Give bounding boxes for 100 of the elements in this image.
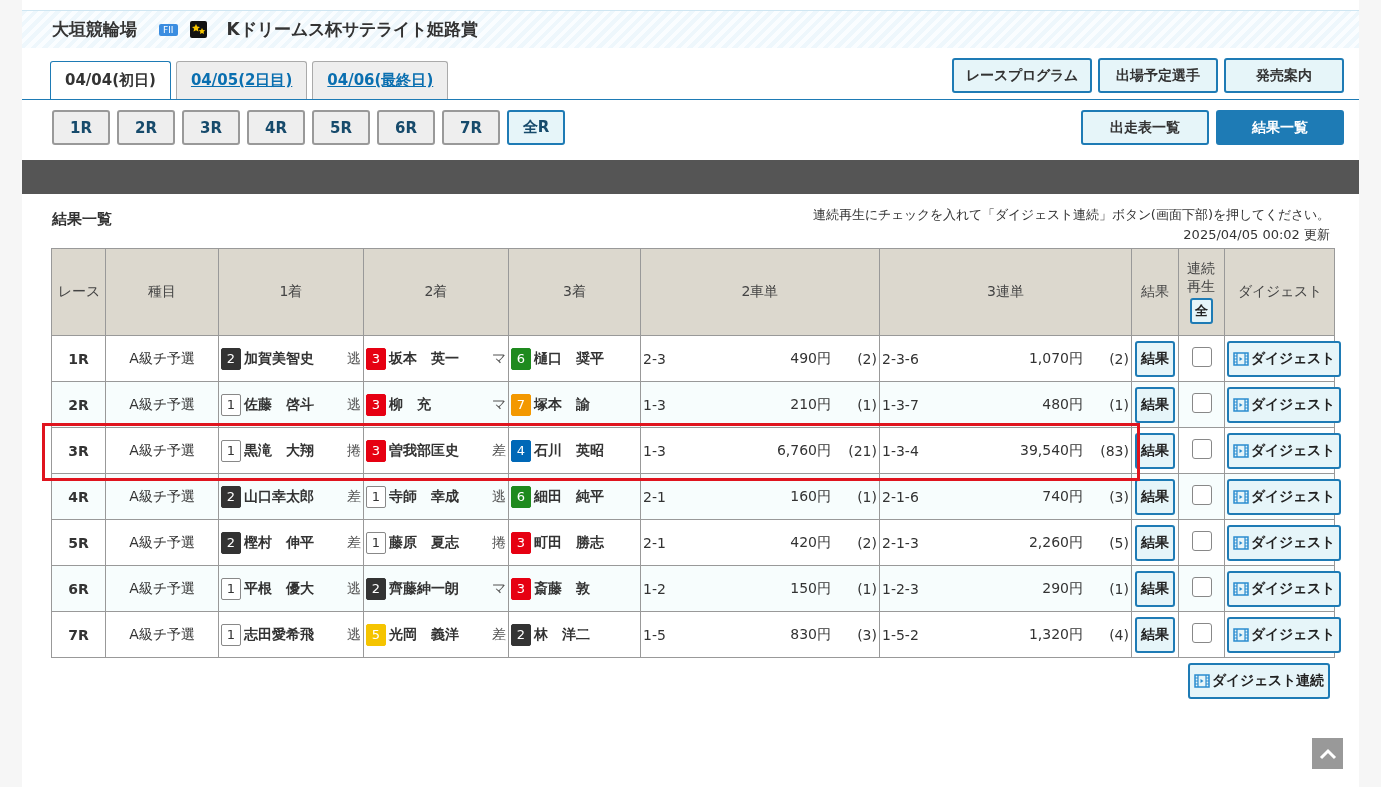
racer-name: 寺師 幸成 <box>389 487 460 506</box>
view-button[interactable]: 結果一覧 <box>1216 110 1344 145</box>
checkbox[interactable] <box>1191 531 1212 551</box>
race-button[interactable]: 6R <box>377 110 435 145</box>
racer-name: 細田 純平 <box>534 487 605 506</box>
race-cell: 6R <box>51 565 106 612</box>
race-button[interactable]: 1R <box>52 110 110 145</box>
tactic-label: 逃 <box>347 579 361 598</box>
checkbox[interactable] <box>1191 347 1212 367</box>
chevron-up-icon <box>1318 747 1337 760</box>
race-button[interactable]: 全R <box>507 110 565 145</box>
digest-button[interactable]: ダイジェスト <box>1227 570 1341 607</box>
race-cell: 5R <box>51 519 106 566</box>
digest-button[interactable]: ダイジェスト <box>1227 340 1341 377</box>
film-icon <box>1233 442 1249 459</box>
column-header: ダイジェスト <box>1224 248 1335 336</box>
digest-button[interactable]: ダイジェスト <box>1227 478 1341 515</box>
event-cell: A級チ予選 <box>105 473 219 520</box>
payout: 420円 <box>789 533 831 552</box>
popularity: (1) <box>856 396 877 413</box>
event-cell: A級チ予選 <box>105 565 219 612</box>
combination: 1-5 <box>643 626 667 643</box>
race-title: Kドリームス杯サテライト姫路賞 <box>226 18 478 41</box>
race-button[interactable]: 4R <box>247 110 305 145</box>
racer-name: 樋口 奨平 <box>534 349 605 368</box>
digest-button[interactable]: ダイジェスト <box>1227 616 1341 653</box>
updated-time: 2025/04/05 00:02 更新 <box>1183 226 1330 244</box>
digest-button[interactable]: ダイジェスト <box>1227 432 1341 469</box>
payout: 740円 <box>1041 487 1083 506</box>
bike-number: 3 <box>511 577 531 600</box>
day-tab[interactable]: 04/05(2日目) <box>175 61 308 99</box>
nav-button[interactable]: レースプログラム <box>952 58 1092 93</box>
film-icon <box>1233 534 1249 551</box>
day-tab[interactable]: 04/06(最終日) <box>312 61 449 99</box>
scroll-top-button[interactable] <box>1312 738 1343 769</box>
bike-number: 3 <box>511 531 531 554</box>
payout: 490円 <box>789 349 831 368</box>
combination: 2-1-3 <box>882 534 920 551</box>
race-button[interactable]: 7R <box>442 110 500 145</box>
select-all-button[interactable]: 全 <box>1190 298 1213 324</box>
racer-name: 樫村 伸平 <box>244 533 315 552</box>
tactic-label: 差 <box>347 487 361 506</box>
grade-badge: FII <box>159 23 178 36</box>
racer-name: 町田 勝志 <box>534 533 605 552</box>
tactic-label: 逃 <box>492 487 506 506</box>
digest-all-button[interactable]: ダイジェスト連続 <box>1188 663 1330 699</box>
payout: 39,540円 <box>1019 441 1083 460</box>
bike-number: 1 <box>366 485 386 508</box>
race-cell: 2R <box>51 381 106 428</box>
digest-button[interactable]: ダイジェスト <box>1227 386 1341 423</box>
race-button[interactable]: 2R <box>117 110 175 145</box>
nav-button[interactable]: 出場予定選手 <box>1098 58 1218 93</box>
column-header: 1着 <box>218 248 364 336</box>
column-header: 2着 <box>363 248 509 336</box>
nav-button[interactable]: 発売案内 <box>1224 58 1344 93</box>
instruction-text: 連続再生にチェックを入れて「ダイジェスト連続」ボタン(画面下部)を押してください。 <box>812 206 1330 224</box>
racer-name: 志田愛希飛 <box>244 625 315 644</box>
checkbox[interactable] <box>1191 485 1212 505</box>
digest-button[interactable]: ダイジェスト <box>1227 524 1341 561</box>
payout: 290円 <box>1041 579 1083 598</box>
combination: 1-3 <box>643 396 667 413</box>
bike-number: 2 <box>511 623 531 646</box>
view-button[interactable]: 出走表一覧 <box>1081 110 1209 145</box>
film-icon <box>1194 673 1210 689</box>
race-button[interactable]: 5R <box>312 110 370 145</box>
film-icon <box>1233 350 1249 367</box>
payout: 1,070円 <box>1027 349 1083 368</box>
payout: 160円 <box>789 487 831 506</box>
event-cell: A級チ予選 <box>105 381 219 428</box>
section-title: 結果一覧 <box>52 210 112 230</box>
payout: 1,320円 <box>1027 625 1083 644</box>
bike-number: 1 <box>221 439 241 462</box>
result-button[interactable]: 結果 <box>1135 386 1175 423</box>
tactic-label: マ <box>492 395 506 414</box>
bike-number: 3 <box>366 393 386 416</box>
tactic-label: 捲 <box>492 533 506 552</box>
payout: 150円 <box>789 579 831 598</box>
venue-name: 大垣競輪場 <box>52 18 137 41</box>
racer-name: 石川 英昭 <box>534 441 605 460</box>
result-button[interactable]: 結果 <box>1135 616 1175 653</box>
result-button[interactable]: 結果 <box>1135 570 1175 607</box>
popularity: (3) <box>1108 488 1129 505</box>
racer-name: 林 洋二 <box>534 625 591 644</box>
popularity: (21) <box>847 442 877 459</box>
result-button[interactable]: 結果 <box>1135 432 1175 469</box>
bike-number: 2 <box>221 485 241 508</box>
checkbox[interactable] <box>1191 623 1212 643</box>
day-tab[interactable]: 04/04(初日) <box>50 61 171 99</box>
checkbox[interactable] <box>1191 393 1212 413</box>
result-button[interactable]: 結果 <box>1135 524 1175 561</box>
bike-number: 1 <box>221 393 241 416</box>
bike-number: 1 <box>221 623 241 646</box>
result-button[interactable]: 結果 <box>1135 340 1175 377</box>
combination: 2-1 <box>643 488 667 505</box>
result-button[interactable]: 結果 <box>1135 478 1175 515</box>
checkbox[interactable] <box>1191 577 1212 597</box>
race-button[interactable]: 3R <box>182 110 240 145</box>
popularity: (5) <box>1108 534 1129 551</box>
column-header: 2車単 <box>640 248 880 336</box>
checkbox[interactable] <box>1191 439 1212 459</box>
